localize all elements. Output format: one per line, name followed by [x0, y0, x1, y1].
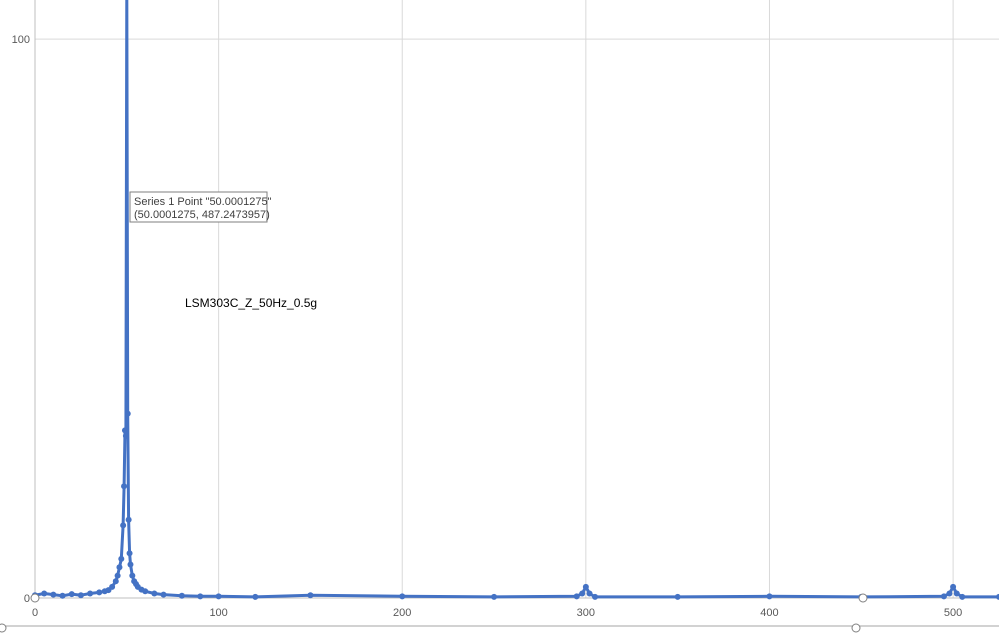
resize-handle-0[interactable] [30, 593, 40, 603]
data-point[interactable] [50, 591, 57, 598]
gridlines [35, 0, 999, 598]
tooltip-line-2: (50.0001275, 487.2473957) [134, 209, 270, 221]
data-point[interactable] [307, 592, 314, 599]
data-point[interactable] [125, 516, 132, 523]
data-point[interactable] [126, 550, 133, 557]
data-point-tooltip: Series 1 Point "50.0001275" (50.0001275,… [129, 191, 272, 223]
data-point[interactable] [109, 583, 116, 590]
resize-handle-1[interactable] [858, 593, 868, 603]
data-point[interactable] [573, 593, 580, 600]
chart-annotation: LSM303C_Z_50Hz_0.5g [185, 296, 317, 310]
data-point[interactable] [215, 593, 222, 600]
data-point[interactable] [87, 590, 94, 597]
data-point[interactable] [674, 593, 681, 600]
data-point[interactable] [129, 572, 136, 579]
data-point[interactable] [120, 522, 127, 529]
data-point[interactable] [142, 588, 149, 595]
x-tick-label-200: 200 [393, 607, 411, 619]
data-point[interactable] [950, 583, 957, 590]
tooltip-line-1: Series 1 Point "50.0001275" [134, 196, 272, 208]
data-point[interactable] [953, 590, 960, 597]
data-point[interactable] [59, 592, 66, 599]
data-point[interactable] [116, 564, 123, 571]
series-1-line[interactable] [34, 0, 999, 599]
data-point[interactable] [197, 593, 204, 600]
data-point[interactable] [112, 578, 119, 585]
data-point[interactable] [946, 590, 953, 597]
x-tick-label-0: 0 [32, 607, 38, 619]
data-point[interactable] [399, 593, 406, 600]
data-point[interactable] [579, 590, 586, 597]
data-point[interactable] [77, 592, 84, 599]
data-point[interactable] [582, 583, 589, 590]
data-point[interactable] [118, 555, 125, 562]
chart-area: 0 100 200 300 400 500 0 100 LSM303C_Z_50Hz_0.5g… [0, 0, 999, 633]
y-tick-label-100: 100 [12, 34, 30, 46]
data-point[interactable] [592, 593, 599, 600]
x-tick-label-100: 100 [209, 607, 227, 619]
data-point[interactable] [252, 593, 259, 600]
data-point[interactable] [766, 593, 773, 600]
axes [0, 0, 999, 627]
data-point[interactable] [96, 589, 103, 596]
x-tick-label-300: 300 [577, 607, 595, 619]
data-point[interactable] [586, 590, 593, 597]
tick-labels: 0 100 200 300 400 500 0 100 [12, 34, 963, 619]
data-point[interactable] [151, 590, 158, 597]
data-point[interactable] [178, 592, 185, 599]
data-point[interactable] [160, 591, 167, 598]
y-tick-label-0: 0 [24, 593, 30, 605]
x-tick-label-500: 500 [944, 607, 962, 619]
x-tick-label-400: 400 [760, 607, 778, 619]
data-point[interactable] [124, 410, 131, 417]
resize-handle-3[interactable] [0, 623, 7, 633]
data-point[interactable] [121, 483, 128, 490]
data-point[interactable] [127, 561, 134, 568]
data-point[interactable] [491, 593, 498, 600]
data-point[interactable] [959, 593, 966, 600]
data-point[interactable] [121, 427, 128, 434]
data-point[interactable] [68, 591, 75, 598]
series-1-points[interactable] [32, 410, 999, 600]
data-point[interactable] [122, 432, 129, 439]
data-point[interactable] [41, 590, 48, 597]
data-point[interactable] [940, 593, 947, 600]
data-point[interactable] [114, 572, 121, 579]
resize-handle-2[interactable] [851, 623, 861, 633]
